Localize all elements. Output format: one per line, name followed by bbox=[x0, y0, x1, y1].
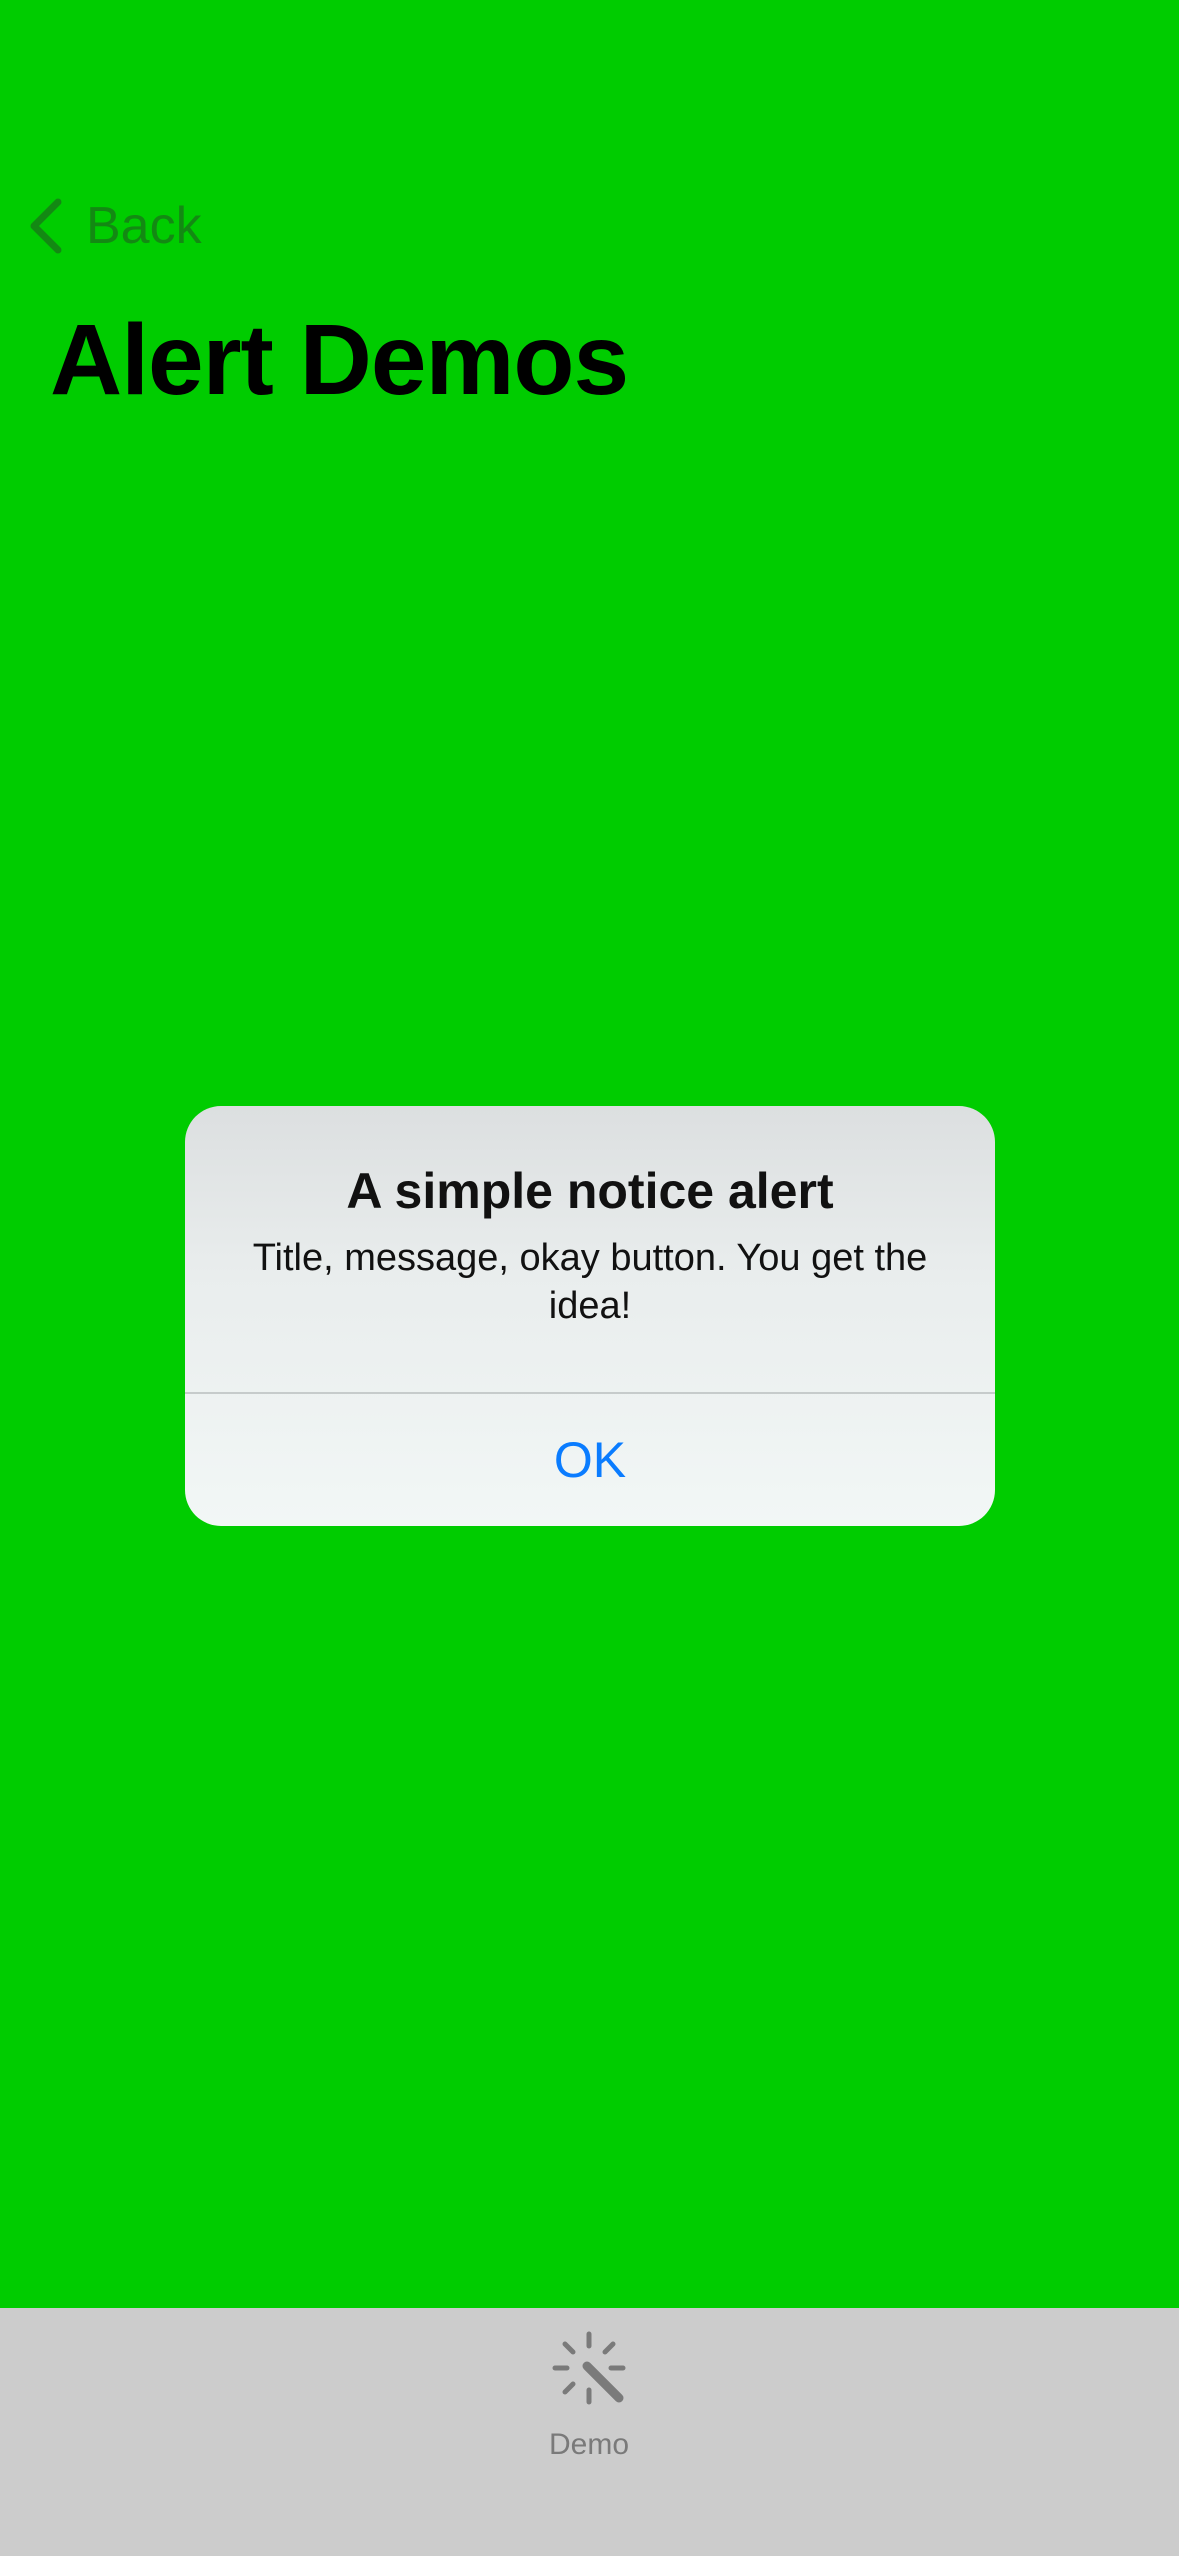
alert-message: Title, message, okay button. You get the… bbox=[252, 1237, 928, 1327]
tab-bar: Demo bbox=[0, 2308, 1179, 2556]
alert-content: A simple notice alert Title, message, ok… bbox=[185, 1106, 995, 1392]
alert-title: A simple notice alert bbox=[346, 1163, 834, 1219]
tab-demo-label: Demo bbox=[548, 2428, 630, 2461]
page-title: Alert Demos bbox=[50, 304, 629, 416]
ok-button[interactable]: OK bbox=[185, 1394, 995, 1526]
magic-wand-icon bbox=[552, 2331, 626, 2405]
chevron-left-icon bbox=[30, 198, 62, 254]
tab-demo[interactable]: Demo bbox=[529, 2308, 649, 2461]
alert-dialog: A simple notice alert Title, message, ok… bbox=[185, 1106, 995, 1526]
back-button[interactable]: Back bbox=[24, 190, 202, 262]
back-label: Back bbox=[86, 197, 202, 255]
